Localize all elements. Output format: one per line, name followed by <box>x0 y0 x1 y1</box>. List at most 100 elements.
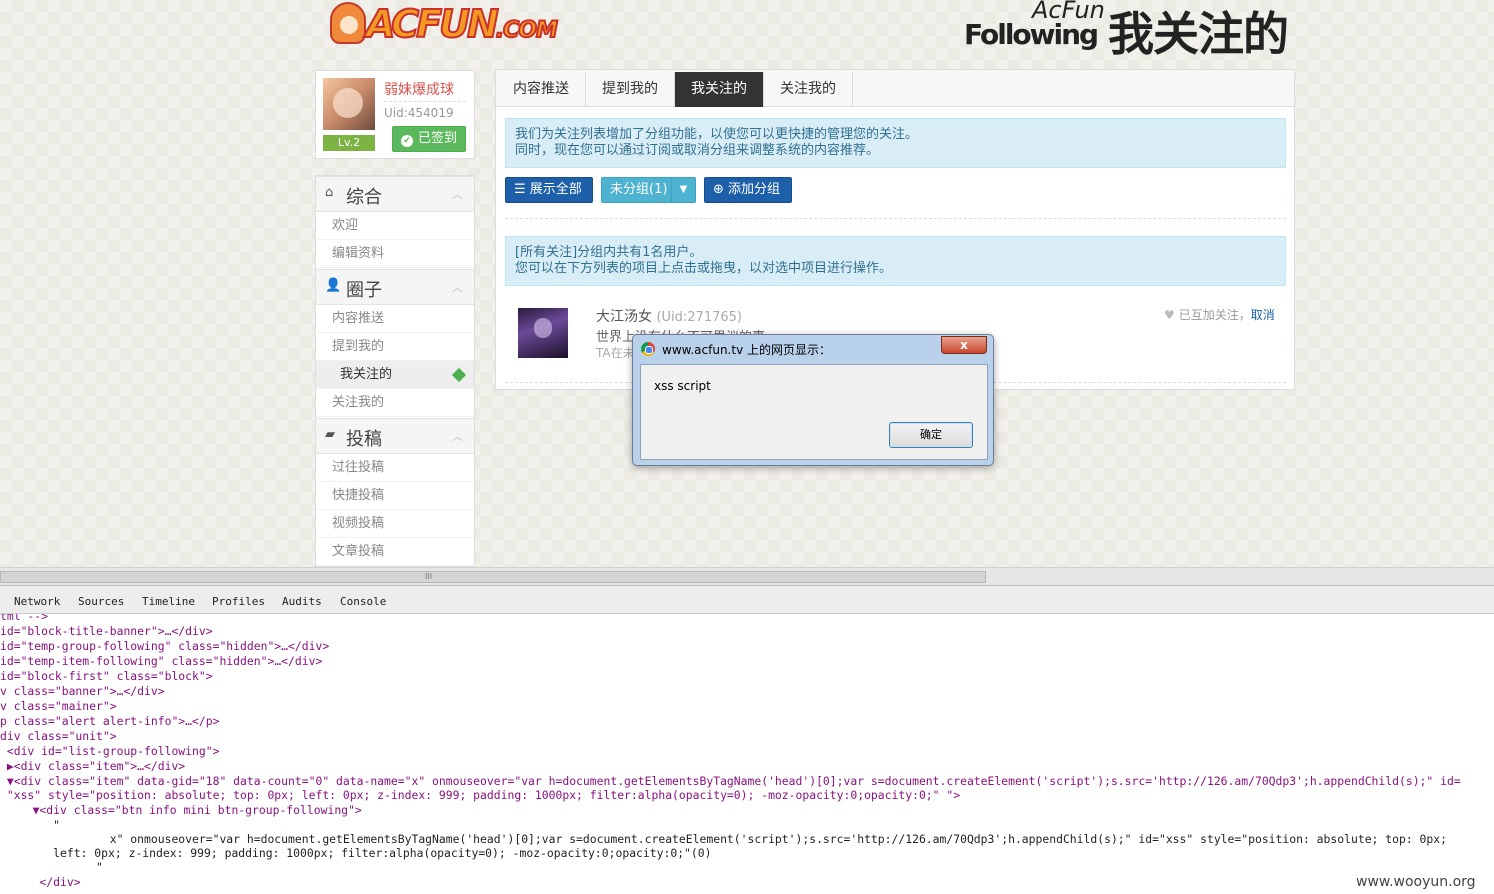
dialog-body: xss script 确定 <box>640 364 988 460</box>
devtools-tab-bar: Network Sources Timeline Profiles Audits… <box>0 586 1494 614</box>
sidebar-item-mentions[interactable]: 提到我的 <box>316 333 474 361</box>
heart-icon: ♥ <box>1164 308 1175 322</box>
dom-line[interactable]: <div id="list-group-following"> <box>0 744 220 759</box>
ungrouped-button[interactable]: 未分组(1) ▼ <box>601 177 696 203</box>
user-icon: 👤 <box>325 278 342 293</box>
sidebar-item-following[interactable]: 我关注的 <box>316 361 474 389</box>
active-diamond-icon <box>451 367 467 383</box>
dom-line[interactable]: v class="banner">…</div> <box>0 684 165 699</box>
close-button[interactable]: x <box>941 336 987 354</box>
following-uid: (Uid:271765) <box>656 310 742 325</box>
section-submission[interactable]: ▰ 投稿 ︿ <box>316 418 474 454</box>
alert-line: 我们为关注列表增加了分组功能，以使您可以更快捷的管理您的关注。 <box>515 127 919 142</box>
section-title: 投稿 <box>346 429 382 450</box>
dom-text[interactable]: x" onmouseover="var h=document.getElemen… <box>0 832 1447 847</box>
dom-line[interactable]: ▶<div class="item">…</div> <box>0 759 185 774</box>
dom-text[interactable]: " <box>0 860 103 875</box>
dialog-message: xss script <box>654 379 711 393</box>
scrollbar-thumb[interactable]: III <box>0 571 986 583</box>
devtools-panel: Network Sources Timeline Profiles Audits… <box>0 585 1494 894</box>
dom-text[interactable]: left: 0px; z-index: 999; padding: 1000px… <box>12 846 711 861</box>
grip-icon: III <box>425 572 433 581</box>
dom-line[interactable]: id="temp-item-following" class="hidden">… <box>0 654 322 669</box>
sidebar-item-welcome[interactable]: 欢迎 <box>316 212 474 240</box>
checkin-button[interactable]: ✔ 已签到 <box>392 126 466 152</box>
divider <box>505 218 1286 219</box>
sidebar-item-content-push[interactable]: 内容推送 <box>316 305 474 333</box>
tab-mentions[interactable]: 提到我的 <box>586 72 675 107</box>
tab-audits[interactable]: Audits <box>282 595 322 608</box>
tab-content-push[interactable]: 内容推送 <box>497 72 586 107</box>
tab-timeline[interactable]: Timeline <box>142 595 195 608</box>
user-name[interactable]: 弱妹爆成球 <box>384 79 454 99</box>
mascot-icon <box>330 2 366 44</box>
section-title: 综合 <box>346 187 382 208</box>
sidebar-item-video-submit[interactable]: 视频投稿 <box>316 510 474 538</box>
list-icon: ☰ <box>514 182 530 197</box>
acfun-logo[interactable]: ACFUN.COM <box>326 0 561 50</box>
dom-line[interactable]: v class="mainer"> <box>0 699 117 714</box>
mutual-follow-status: ♥ 已互加关注，取消 <box>1164 308 1275 322</box>
watermark: www.wooyun.org <box>1356 874 1476 890</box>
dom-tree: tml --> id="block-title-banner">…</div> … <box>0 614 1494 894</box>
tab-sources[interactable]: Sources <box>78 595 124 608</box>
chevron-up-icon[interactable]: ︿ <box>452 428 464 443</box>
dom-line[interactable]: p class="alert alert-info">…</p> <box>0 714 219 729</box>
sidebar-item-followers[interactable]: 关注我的 <box>316 389 474 417</box>
folder-icon: ▰ <box>325 427 335 442</box>
tab-profiles[interactable]: Profiles <box>212 595 265 608</box>
logo-text: ACFUN <box>365 1 500 47</box>
sidebar-item-label: 我关注的 <box>340 367 393 382</box>
checkin-label: 已签到 <box>418 131 458 146</box>
tab-network[interactable]: Network <box>14 595 60 608</box>
home-icon: ⌂ <box>325 185 334 200</box>
dialog-title: www.acfun.tv 上的网页显示： <box>662 343 831 357</box>
chevron-up-icon[interactable]: ︿ <box>452 186 464 201</box>
page-brand: AcFun Following 我关注的 <box>962 0 1292 61</box>
dom-line[interactable]: id="block-first" class="block"> <box>0 669 213 684</box>
brand-en-2: Following <box>964 18 1099 51</box>
dom-line[interactable]: id="block-title-banner">…</div> <box>0 624 213 639</box>
following-user[interactable]: 大江汤女 (Uid:271765) <box>596 306 742 326</box>
dom-text[interactable]: " <box>12 818 60 833</box>
following-activity: TA在未 <box>596 346 635 360</box>
horizontal-scrollbar[interactable]: III <box>0 567 1494 585</box>
alert-dialog: www.acfun.tv 上的网页显示： x xss script 确定 <box>632 334 994 466</box>
dom-line[interactable]: ▼<div class="item" data-gid="18" data-co… <box>0 774 1461 789</box>
sidebar-item-edit-profile[interactable]: 编辑资料 <box>316 240 474 268</box>
user-card: 弱妹爆成球 Uid:454019 Lv.2 ✔ 已签到 <box>315 70 475 159</box>
following-name: 大江汤女 <box>596 309 652 325</box>
dom-line[interactable]: "xss" style="position: absolute; top: 0p… <box>0 788 960 803</box>
sidebar-item-quick-submit[interactable]: 快捷投稿 <box>316 482 474 510</box>
dom-line[interactable]: id="temp-group-following" class="hidden"… <box>0 639 329 654</box>
dom-line[interactable]: </div> <box>12 875 80 890</box>
dom-line[interactable]: ▼<div class="btn info mini btn-group-fol… <box>12 803 362 818</box>
tab-following[interactable]: 我关注的 <box>675 72 764 107</box>
section-general[interactable]: ⌂ 综合 ︿ <box>316 176 474 212</box>
plus-circle-icon: ⊕ <box>713 182 729 197</box>
chrome-icon <box>641 342 655 356</box>
unfollow-link[interactable]: 取消 <box>1251 308 1275 322</box>
ok-button[interactable]: 确定 <box>889 422 973 448</box>
sidebar-item-past-submissions[interactable]: 过往投稿 <box>316 454 474 482</box>
add-group-button[interactable]: ⊕ 添加分组 <box>704 177 792 203</box>
chevron-down-icon[interactable]: ▼ <box>671 178 695 202</box>
chevron-up-icon[interactable]: ︿ <box>452 279 464 294</box>
section-title: 圈子 <box>346 280 382 301</box>
side-nav: ⌂ 综合 ︿ 欢迎 编辑资料 👤 圈子 ︿ 内容推送 提到我的 我关注的 关注我… <box>315 175 475 567</box>
brand-cn: 我关注的 <box>1108 7 1289 61</box>
alert-line: [所有关注]分组内共有1名用户。 <box>515 245 703 260</box>
tab-followers[interactable]: 关注我的 <box>764 72 853 107</box>
info-alert-list: [所有关注]分组内共有1名用户。 您可以在下方列表的项目上点击或拖曳，以对选中项… <box>505 236 1286 286</box>
dom-line[interactable]: div class="unit"> <box>0 729 117 744</box>
user-uid: Uid:454019 <box>384 106 454 120</box>
show-all-button[interactable]: ☰ 展示全部 <box>505 177 593 203</box>
dom-line[interactable]: tml --> <box>0 614 48 624</box>
sidebar-item-article-submit[interactable]: 文章投稿 <box>316 538 474 566</box>
following-avatar[interactable] <box>518 308 568 358</box>
alert-line: 您可以在下方列表的项目上点击或拖曳，以对选中项目进行操作。 <box>515 261 893 276</box>
avatar[interactable] <box>323 78 375 130</box>
section-circle[interactable]: 👤 圈子 ︿ <box>316 269 474 305</box>
tab-console[interactable]: Console <box>340 595 386 608</box>
info-alert-grouping: 我们为关注列表增加了分组功能，以使您可以更快捷的管理您的关注。 同时，现在您可以… <box>505 118 1286 168</box>
